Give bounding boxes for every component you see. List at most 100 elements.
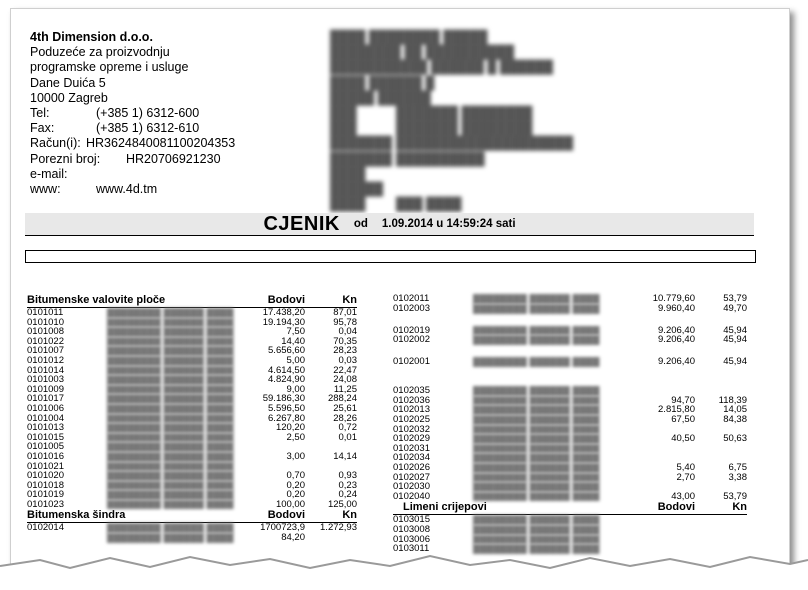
section-header: Bitumenske valovite ploče Bodovi Kn: [27, 294, 357, 308]
points-value: [635, 515, 695, 525]
table-row: 0101008 ████████ ██████ ████ 7,50 0,04: [27, 327, 357, 337]
points-value: 43,00: [671, 490, 695, 502]
redacted-description: ████████ ██████ ████: [473, 515, 600, 525]
kn-value: 84,38: [723, 413, 747, 425]
company-city: 10000 Zagreb: [30, 90, 108, 105]
table-row: 0102027 ████████ ██████ ████ 2,70 3,38: [393, 471, 748, 483]
redacted-description: ████████ ██████ ████: [473, 405, 600, 415]
table-row: 0102031 ████████ ██████ ████: [393, 444, 747, 454]
blurred-company-info: ████ ████████ █████ ████████ ██ ████████…: [330, 30, 574, 212]
redacted-description: ████████ ██████ ████: [107, 451, 234, 462]
redacted-description: ████████ ██████ ████: [473, 434, 600, 444]
company-name: 4th Dimension d.o.o.: [30, 30, 153, 44]
redacted-description: ████████ ██████ ████: [473, 491, 600, 502]
table-row: 0101005 ████████ ██████ ████: [27, 442, 357, 452]
redacted-description: ████████ ██████ ████: [473, 534, 600, 545]
kn-value: [695, 525, 747, 535]
points-value: 84,20: [281, 532, 305, 544]
product-code: 0102002: [393, 334, 430, 346]
right-price-table: 0102011 ████████ ██████ ████ 10.779,60 53,7…: [393, 294, 747, 554]
www-value: www.4d.tm: [96, 182, 158, 197]
table-row: 0101015 ████████ ██████ ████ 2,50 0,01: [27, 433, 357, 443]
company-line2: programske opreme i usluge: [30, 60, 189, 75]
company-street: Dane Duića 5: [30, 75, 106, 90]
redacted-description: ████████ ██████ ████: [107, 523, 234, 534]
redacted-description: ████████ ██████ ████: [107, 375, 234, 385]
table-row: 0101018 ████████ ██████ ████ 0,20 0,23: [27, 481, 357, 491]
points-value: 2,50: [286, 431, 306, 443]
table-row: 0102029 ████████ ██████ ████ 40,50 50,63: [393, 434, 747, 444]
redacted-description: ████████ ██████ ████: [473, 424, 600, 435]
redacted-description: ████████ ██████ ████: [473, 453, 600, 463]
points-value: [635, 535, 695, 545]
table-row: 0102001 ████████ ██████ ████ 9.206,40 45,94: [393, 357, 747, 386]
table-row: 0102002 ████████ ██████ ████ 9.206,40 45,94: [393, 335, 747, 357]
kn-value: 50,63: [723, 433, 747, 445]
points-value: [635, 525, 695, 535]
product-code: 0102014: [27, 522, 64, 534]
company-info: 4th Dimension d.o.o. Poduzeće za proizvo…: [30, 30, 235, 197]
tel-value: (+385 1) 6312-600: [96, 106, 200, 121]
points-value: 9.206,40: [658, 334, 695, 346]
redacted-description: ████████ ██████ ████: [473, 443, 600, 454]
torn-edge: [0, 554, 808, 590]
points-value: 3,00: [286, 450, 306, 462]
redacted-description: ████████ ██████ ████: [107, 490, 234, 500]
title-from: od: [353, 218, 368, 230]
kn-value: 1.272,93: [320, 522, 357, 534]
table-row: 0101019 ████████ ██████ ████ 0,20 0,24: [27, 490, 357, 500]
redacted-description: ████████ ██████ ████: [473, 462, 600, 473]
table-row: ████████ ██████ ████ 84,20: [27, 533, 357, 543]
product-code: 0101023: [27, 498, 64, 510]
redacted-description: ████████ ██████ ████: [107, 413, 234, 424]
table-row: 0101020 ████████ ██████ ████ 0,70 0,93: [27, 471, 357, 481]
table-row: 0103006 ████████ ██████ ████: [393, 534, 747, 545]
table-row: 0102014 ████████ ██████ ████ 1700723,9 1.27…: [27, 523, 357, 533]
table-row: 0103008 ████████ ██████ ████: [393, 525, 747, 535]
kn-value: [305, 533, 357, 543]
table-row: 0101013 ████████ ██████ ████ 120,20 0,72: [27, 423, 357, 433]
kn-value: 45,94: [723, 356, 747, 368]
table-row: 0102025 ████████ ██████ ████ 67,50 84,38: [393, 415, 747, 425]
redacted-description: ████████ ██████ ████: [473, 303, 600, 314]
title-date: 1.09.2014 u 14:59:24 sati: [381, 218, 516, 230]
product-code: [27, 533, 107, 543]
product-code: 0102003: [393, 302, 430, 314]
kn-value: 3,38: [728, 471, 748, 483]
product-code: 0102040: [393, 490, 430, 502]
table-row: 0101011 ████████ ██████ ████ 17.438,20 87,0…: [27, 308, 357, 318]
points-value: 40,50: [671, 433, 695, 445]
table-row: 0101022 ████████ ██████ ████ 14,40 70,35: [27, 337, 357, 347]
redacted-description: ████████ ██████ ████: [107, 355, 234, 366]
account-row: Račun(i): HR3624840081100204353: [30, 136, 236, 151]
points-value: [635, 444, 695, 454]
redacted-description: ████████ ██████ ████: [473, 386, 600, 396]
tel-row: Tel: (+385 1) 6312-600: [30, 106, 200, 121]
company-line1: Poduzeće za proizvodnju: [30, 45, 170, 60]
table-row: 0101009 ████████ ██████ ████ 9,00 11,25: [27, 385, 357, 395]
points-value: 2,70: [676, 471, 696, 483]
redacted-description: ████████ ██████ ████: [473, 357, 600, 368]
redacted-description: ████████ ██████ ████: [473, 524, 600, 535]
table-row: 0101014 ████████ ██████ ████ 4.614,50 22,47: [27, 365, 357, 376]
www-row: www: www.4d.tm: [30, 182, 158, 197]
tax-row: Porezni broj: HR20706921230: [30, 151, 221, 166]
redacted-description: ████████ ██████ ████: [107, 336, 234, 347]
redacted-description: ████████ ██████ ████: [107, 423, 234, 433]
title-bar: CJENIK od 1.09.2014 u 14:59:24 sati: [25, 213, 754, 236]
redacted-description: ████████ ██████ ████: [473, 414, 600, 425]
product-code: 0102001: [393, 356, 430, 368]
kn-value: [695, 515, 747, 525]
redacted-description: ████████ ██████ ████: [473, 325, 600, 336]
tax-value: HR20706921230: [126, 151, 221, 166]
section-header: Bitumenska šindra Bodovi Kn: [27, 509, 357, 524]
redacted-description: ████████ ██████ ████: [107, 403, 234, 414]
left-price-table: Bitumenske valovite ploče Bodovi Kn 0101…: [27, 294, 357, 543]
redacted-description: ████████ ██████ ████: [107, 346, 234, 356]
redacted-description: ████████ ██████ ████: [107, 308, 234, 318]
redacted-description: ████████ ██████ ████: [473, 335, 600, 346]
redacted-description: ████████ ██████ ████: [107, 317, 234, 328]
fax-value: (+385 1) 6312-610: [96, 121, 200, 136]
redacted-description: ████████ ██████ ████: [473, 294, 600, 304]
table-row: 0101003 ████████ ██████ ████ 4.824,90 24,08: [27, 375, 357, 385]
